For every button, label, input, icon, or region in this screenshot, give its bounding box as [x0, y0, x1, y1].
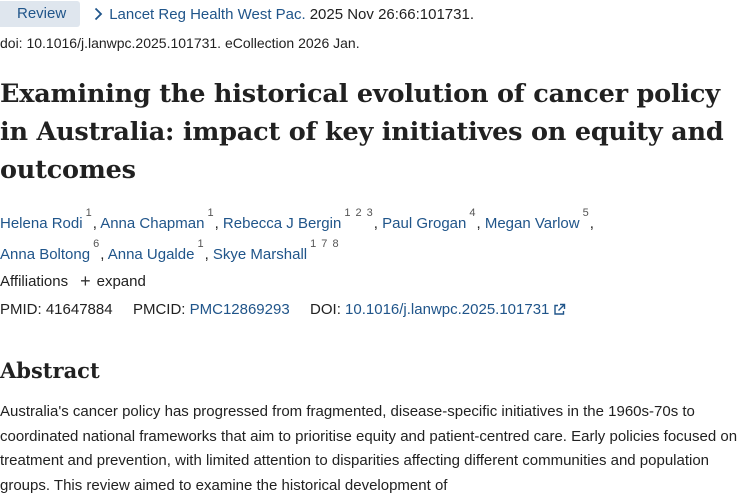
affiliations-row: Affiliations + expand [0, 272, 146, 290]
author-item: Paul Grogan4, [382, 207, 485, 232]
author-item: Helena Rodi1, [0, 207, 101, 232]
abstract-heading: Abstract [0, 358, 100, 383]
author-item: Anna Ugalde1, [107, 238, 213, 263]
author-affiliation-numbers[interactable]: 1 [86, 207, 93, 219]
author-affiliation-numbers[interactable]: 1 [197, 238, 204, 250]
article-title: Examining the historical evolution of ca… [0, 79, 724, 185]
author-affiliation-numbers[interactable]: 4 [469, 207, 476, 219]
author-item: Megan Varlow5, [484, 207, 594, 232]
author-item: Anna Chapman1, [100, 207, 223, 232]
author-item: Anna Boltong6, [0, 238, 108, 263]
author-affiliation-numbers[interactable]: 6 [93, 238, 100, 250]
pmcid-link[interactable]: PMC12869293 [190, 301, 290, 318]
author-item: Skye Marshall1 7 8 [213, 238, 340, 263]
affiliations-expand-button[interactable]: + expand [80, 272, 146, 290]
identifiers-row: PMID: 41647884 PMCID: PMC12869293 DOI: 1… [0, 301, 566, 320]
author-link[interactable]: Paul Grogan [382, 215, 466, 232]
citation-line: Review Lancet Reg Health West Pac. 2025 … [0, 0, 474, 28]
author-affiliation-numbers[interactable]: 1 7 8 [310, 238, 339, 250]
author-link[interactable]: Rebecca J Bergin [223, 215, 341, 232]
affiliations-label: Affiliations [0, 272, 69, 290]
plus-icon: + [80, 271, 91, 291]
abstract-text: Australia's cancer policy has progressed… [0, 403, 738, 494]
chevron-right-icon [94, 7, 103, 21]
pmcid-label: PMCID: [132, 301, 186, 318]
journal-link[interactable]: Lancet Reg Health West Pac. [109, 6, 306, 23]
author-link[interactable]: Megan Varlow [485, 215, 580, 232]
doi-ecollection-line: doi: 10.1016/j.lanwpc.2025.101731. eColl… [0, 35, 360, 51]
citation-date-volume: 2025 Nov 26:66:101731. [309, 5, 474, 23]
author-affiliation-numbers[interactable]: 1 [207, 207, 214, 219]
author-link[interactable]: Anna Ugalde [108, 246, 195, 263]
author-link[interactable]: Helena Rodi [0, 215, 83, 232]
doi-label: DOI: [310, 301, 341, 318]
publication-type-badge: Review [0, 1, 81, 27]
author-item: Rebecca J Bergin1 2 3, [222, 207, 383, 232]
pmid-value: 41647884 [45, 301, 113, 318]
author-affiliation-numbers[interactable]: 5 [583, 207, 590, 219]
doi-link[interactable]: 10.1016/j.lanwpc.2025.101731 [345, 301, 549, 318]
author-link[interactable]: Skye Marshall [213, 246, 307, 263]
author-link[interactable]: Anna Boltong [0, 246, 90, 263]
author-link[interactable]: Anna Chapman [100, 215, 204, 232]
pmid-label: PMID: [0, 301, 42, 318]
author-affiliation-numbers[interactable]: 1 2 3 [344, 207, 373, 219]
expand-label: expand [96, 272, 146, 290]
authors-list: Helena Rodi1, Anna Chapman1, Rebecca J B… [0, 206, 750, 268]
external-link-icon[interactable] [553, 303, 566, 320]
